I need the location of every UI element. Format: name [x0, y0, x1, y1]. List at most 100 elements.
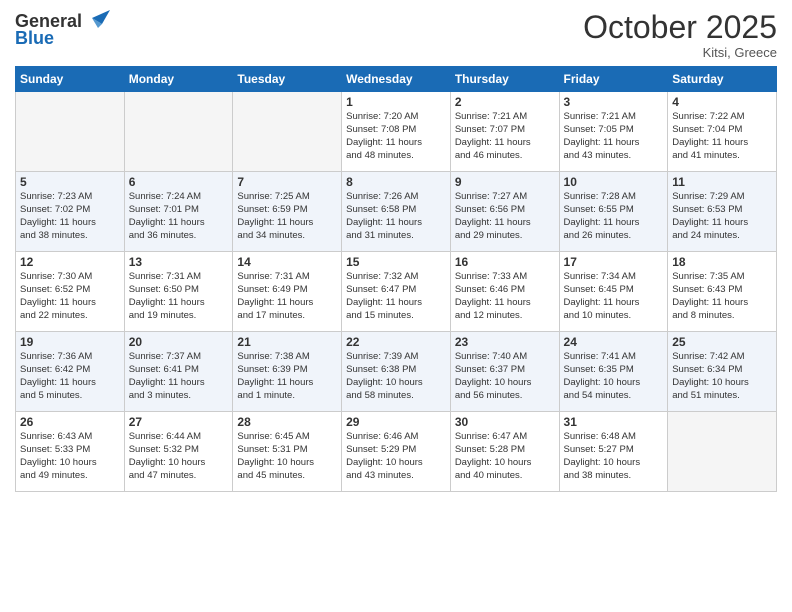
day-number: 27 [129, 415, 229, 429]
calendar-cell: 6 Sunrise: 7:24 AM Sunset: 7:01 PM Daylig… [124, 172, 233, 252]
calendar-week-row: 26 Sunrise: 6:43 AM Sunset: 5:33 PM Dayli… [16, 412, 777, 492]
day-info: Sunrise: 6:47 AM Sunset: 5:28 PM Dayligh… [455, 431, 555, 482]
day-info: Sunrise: 7:28 AM Sunset: 6:55 PM Dayligh… [564, 191, 664, 242]
day-info: Sunrise: 7:27 AM Sunset: 6:56 PM Dayligh… [455, 191, 555, 242]
calendar-cell: 5 Sunrise: 7:23 AM Sunset: 7:02 PM Daylig… [16, 172, 125, 252]
day-info: Sunrise: 6:43 AM Sunset: 5:33 PM Dayligh… [20, 431, 120, 482]
day-info: Sunrise: 7:31 AM Sunset: 6:49 PM Dayligh… [237, 271, 337, 322]
calendar-cell [233, 92, 342, 172]
calendar-cell: 10 Sunrise: 7:28 AM Sunset: 6:55 PM Dayli… [559, 172, 668, 252]
day-number: 26 [20, 415, 120, 429]
day-info: Sunrise: 7:26 AM Sunset: 6:58 PM Dayligh… [346, 191, 446, 242]
day-number: 14 [237, 255, 337, 269]
day-number: 3 [564, 95, 664, 109]
day-info: Sunrise: 7:20 AM Sunset: 7:08 PM Dayligh… [346, 111, 446, 162]
day-number: 18 [672, 255, 772, 269]
day-number: 29 [346, 415, 446, 429]
day-info: Sunrise: 7:36 AM Sunset: 6:42 PM Dayligh… [20, 351, 120, 402]
col-header-thursday: Thursday [450, 67, 559, 92]
day-number: 7 [237, 175, 337, 189]
calendar-cell [16, 92, 125, 172]
title-area: October 2025 Kitsi, Greece [583, 10, 777, 60]
day-info: Sunrise: 7:31 AM Sunset: 6:50 PM Dayligh… [129, 271, 229, 322]
calendar-cell [124, 92, 233, 172]
col-header-tuesday: Tuesday [233, 67, 342, 92]
calendar-header-row: SundayMondayTuesdayWednesdayThursdayFrid… [16, 67, 777, 92]
calendar-cell: 3 Sunrise: 7:21 AM Sunset: 7:05 PM Daylig… [559, 92, 668, 172]
calendar-cell: 4Sunrise: 7:22 AM Sunset: 7:04 PM Daylig… [668, 92, 777, 172]
location: Kitsi, Greece [583, 45, 777, 60]
calendar-week-row: 19 Sunrise: 7:36 AM Sunset: 6:42 PM Dayli… [16, 332, 777, 412]
day-info: Sunrise: 7:21 AM Sunset: 7:05 PM Dayligh… [564, 111, 664, 162]
day-number: 11 [672, 175, 772, 189]
day-number: 6 [129, 175, 229, 189]
calendar-cell: 20 Sunrise: 7:37 AM Sunset: 6:41 PM Dayli… [124, 332, 233, 412]
col-header-wednesday: Wednesday [342, 67, 451, 92]
col-header-monday: Monday [124, 67, 233, 92]
calendar-cell: 2 Sunrise: 7:21 AM Sunset: 7:07 PM Daylig… [450, 92, 559, 172]
day-number: 2 [455, 95, 555, 109]
day-number: 1 [346, 95, 446, 109]
calendar-cell: 17 Sunrise: 7:34 AM Sunset: 6:45 PM Dayli… [559, 252, 668, 332]
day-info: Sunrise: 7:33 AM Sunset: 6:46 PM Dayligh… [455, 271, 555, 322]
day-info: Sunrise: 6:45 AM Sunset: 5:31 PM Dayligh… [237, 431, 337, 482]
day-info: Sunrise: 7:37 AM Sunset: 6:41 PM Dayligh… [129, 351, 229, 402]
day-info: Sunrise: 6:48 AM Sunset: 5:27 PM Dayligh… [564, 431, 664, 482]
day-info: Sunrise: 7:21 AM Sunset: 7:07 PM Dayligh… [455, 111, 555, 162]
day-info: Sunrise: 7:41 AM Sunset: 6:35 PM Dayligh… [564, 351, 664, 402]
day-info: Sunrise: 7:42 AM Sunset: 6:34 PM Dayligh… [672, 351, 772, 402]
day-number: 20 [129, 335, 229, 349]
day-info: Sunrise: 7:35 AM Sunset: 6:43 PM Dayligh… [672, 271, 772, 322]
day-number: 22 [346, 335, 446, 349]
calendar-cell: 27 Sunrise: 6:44 AM Sunset: 5:32 PM Dayli… [124, 412, 233, 492]
day-number: 21 [237, 335, 337, 349]
day-number: 10 [564, 175, 664, 189]
day-info: Sunrise: 6:44 AM Sunset: 5:32 PM Dayligh… [129, 431, 229, 482]
calendar-cell: 24Sunrise: 7:41 AM Sunset: 6:35 PM Dayli… [559, 332, 668, 412]
month-title: October 2025 [583, 10, 777, 45]
logo-bird-icon [84, 10, 110, 32]
calendar-week-row: 5 Sunrise: 7:23 AM Sunset: 7:02 PM Daylig… [16, 172, 777, 252]
col-header-friday: Friday [559, 67, 668, 92]
calendar-cell: 1 Sunrise: 7:20 AM Sunset: 7:08 PM Daylig… [342, 92, 451, 172]
day-number: 12 [20, 255, 120, 269]
logo: General Blue [15, 10, 110, 49]
day-number: 4 [672, 95, 772, 109]
day-info: Sunrise: 7:23 AM Sunset: 7:02 PM Dayligh… [20, 191, 120, 242]
calendar-cell: 13Sunrise: 7:31 AM Sunset: 6:50 PM Dayli… [124, 252, 233, 332]
day-number: 15 [346, 255, 446, 269]
calendar-cell: 14 Sunrise: 7:31 AM Sunset: 6:49 PM Dayli… [233, 252, 342, 332]
calendar-cell: 23 Sunrise: 7:40 AM Sunset: 6:37 PM Dayli… [450, 332, 559, 412]
day-info: Sunrise: 7:24 AM Sunset: 7:01 PM Dayligh… [129, 191, 229, 242]
col-header-sunday: Sunday [16, 67, 125, 92]
day-number: 28 [237, 415, 337, 429]
day-info: Sunrise: 6:46 AM Sunset: 5:29 PM Dayligh… [346, 431, 446, 482]
calendar-cell: 25 Sunrise: 7:42 AM Sunset: 6:34 PM Dayli… [668, 332, 777, 412]
day-number: 25 [672, 335, 772, 349]
day-number: 5 [20, 175, 120, 189]
calendar-week-row: 12Sunrise: 7:30 AM Sunset: 6:52 PM Dayli… [16, 252, 777, 332]
day-number: 8 [346, 175, 446, 189]
day-info: Sunrise: 7:39 AM Sunset: 6:38 PM Dayligh… [346, 351, 446, 402]
day-info: Sunrise: 7:34 AM Sunset: 6:45 PM Dayligh… [564, 271, 664, 322]
calendar-cell [668, 412, 777, 492]
day-number: 9 [455, 175, 555, 189]
calendar-week-row: 1 Sunrise: 7:20 AM Sunset: 7:08 PM Daylig… [16, 92, 777, 172]
day-info: Sunrise: 7:32 AM Sunset: 6:47 PM Dayligh… [346, 271, 446, 322]
calendar-cell: 12Sunrise: 7:30 AM Sunset: 6:52 PM Dayli… [16, 252, 125, 332]
day-number: 23 [455, 335, 555, 349]
calendar-cell: 15 Sunrise: 7:32 AM Sunset: 6:47 PM Dayli… [342, 252, 451, 332]
calendar-table: SundayMondayTuesdayWednesdayThursdayFrid… [15, 66, 777, 492]
calendar-cell: 18 Sunrise: 7:35 AM Sunset: 6:43 PM Dayli… [668, 252, 777, 332]
day-number: 17 [564, 255, 664, 269]
calendar-cell: 30Sunrise: 6:47 AM Sunset: 5:28 PM Dayli… [450, 412, 559, 492]
day-number: 19 [20, 335, 120, 349]
calendar-cell: 28 Sunrise: 6:45 AM Sunset: 5:31 PM Dayli… [233, 412, 342, 492]
day-info: Sunrise: 7:25 AM Sunset: 6:59 PM Dayligh… [237, 191, 337, 242]
day-number: 31 [564, 415, 664, 429]
calendar-cell: 22 Sunrise: 7:39 AM Sunset: 6:38 PM Dayli… [342, 332, 451, 412]
page: General Blue October 2025 Kitsi, Greece … [0, 0, 792, 612]
calendar-cell: 11Sunrise: 7:29 AM Sunset: 6:53 PM Dayli… [668, 172, 777, 252]
day-info: Sunrise: 7:40 AM Sunset: 6:37 PM Dayligh… [455, 351, 555, 402]
calendar-cell: 8 Sunrise: 7:26 AM Sunset: 6:58 PM Daylig… [342, 172, 451, 252]
